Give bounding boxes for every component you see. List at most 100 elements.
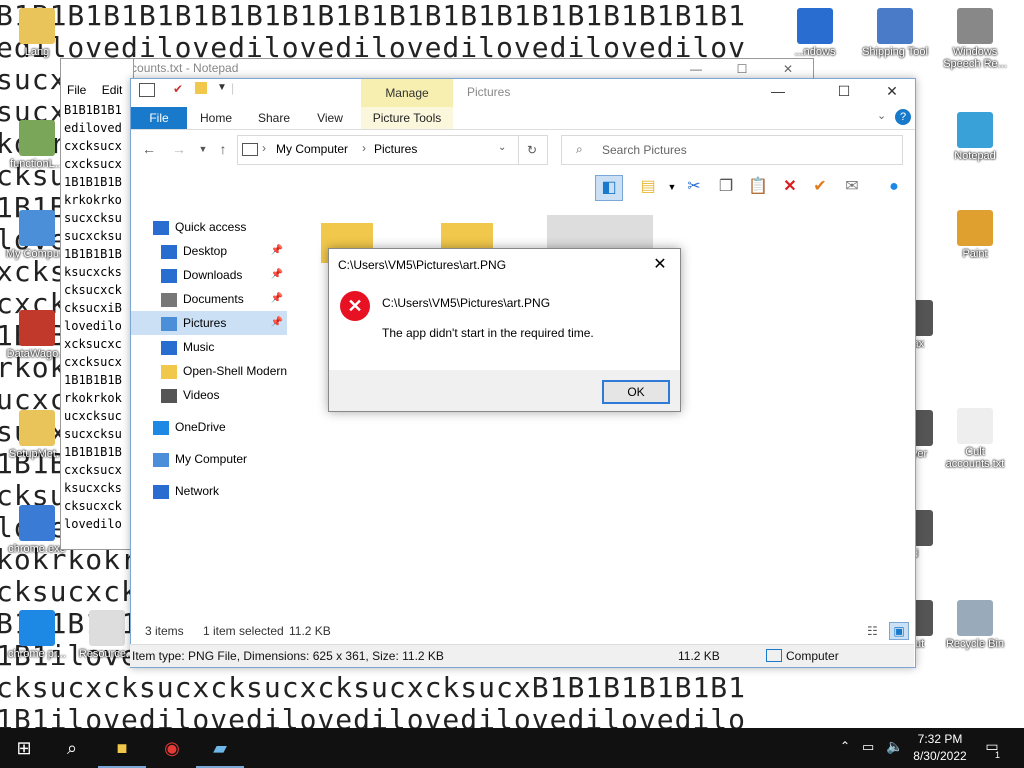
chevron-down-icon[interactable]: ⌄: [498, 142, 506, 153]
volume-icon[interactable]: 🔈: [886, 738, 903, 755]
nav-item[interactable]: Downloads 📌: [131, 263, 287, 287]
menu-edit[interactable]: Edit: [102, 83, 123, 97]
minimize-icon[interactable]: —: [755, 79, 801, 103]
notepad-text-line: rkokrkok: [64, 391, 122, 405]
desktop-icon[interactable]: Recycle Bin: [940, 600, 1010, 650]
desktop-icon[interactable]: Cult accounts.txt: [940, 408, 1010, 470]
download-icon: [161, 268, 177, 283]
nav-item-label: Downloads: [183, 268, 243, 282]
refresh-icon[interactable]: ↻: [517, 135, 548, 165]
tab-manage[interactable]: Manage: [361, 79, 453, 107]
network-icon[interactable]: ▭: [862, 739, 874, 755]
desktop-icon-label: Recycle Bin: [945, 638, 1005, 650]
dialog-title: C:\Users\VM5\Pictures\art.PNG: [338, 258, 507, 272]
preview-pane-icon[interactable]: ◧: [595, 175, 623, 201]
wallpaper-text-line: 1B1ilovedilovedilovedilovedilovedilovedi…: [0, 703, 747, 729]
notepad-titlebar[interactable]: *Cult accounts.txt - Notepad — ☐ ✕: [60, 58, 814, 79]
nav-item[interactable]: Desktop 📌: [131, 239, 287, 263]
address-row: ← → ▼ ↑ › My Computer › Pictures ⌄ ↻ ⌕ S…: [131, 133, 915, 167]
documents-icon: [161, 292, 177, 307]
menu-file[interactable]: File: [67, 83, 86, 97]
tab-view[interactable]: View: [307, 107, 353, 129]
globe-icon[interactable]: ●: [881, 175, 907, 199]
nav-item[interactable]: Videos: [131, 383, 287, 407]
nav-item-label: Music: [183, 340, 215, 354]
chevron-down-icon[interactable]: ▼: [217, 82, 227, 93]
windows-start-icon[interactable]: ⊞: [0, 728, 48, 768]
expand-ribbon-icon[interactable]: ⌄: [877, 109, 886, 122]
email-icon[interactable]: ✉: [839, 175, 865, 199]
computer-icon: [153, 452, 169, 467]
nav-item[interactable]: My Computer: [131, 447, 287, 471]
desktop-icon[interactable]: Paint: [940, 210, 1010, 260]
properties-icon[interactable]: ✔: [173, 82, 183, 96]
desktop-icon[interactable]: Notepad: [940, 112, 1010, 162]
notepad-text-area[interactable]: B1B1B1B1 ediloved cxcksucx cxcksucx 1B1B1B1B…: [61, 101, 133, 533]
nav-item[interactable]: Open-Shell Modern: [131, 359, 287, 383]
search-box[interactable]: ⌕ Search Pictures: [561, 135, 903, 165]
help-icon[interactable]: ?: [895, 109, 911, 125]
delete-icon[interactable]: ✕: [777, 175, 803, 199]
desktop-icon[interactable]: ...ndows: [780, 8, 850, 58]
back-arrow-icon[interactable]: ←: [139, 141, 159, 157]
nav-item[interactable]: Documents 📌: [131, 287, 287, 311]
copy-icon[interactable]: ❐: [713, 175, 739, 199]
desktop-icon[interactable]: Lang: [2, 8, 72, 58]
clock[interactable]: 7:32 PM 8/30/2022: [906, 731, 974, 765]
notepad-text-line: cksucxiB: [64, 301, 122, 315]
forward-arrow-icon[interactable]: →: [169, 141, 189, 157]
address-bar[interactable]: › My Computer › Pictures ⌄: [237, 135, 519, 165]
chevron-up-icon[interactable]: ⌃: [840, 739, 850, 753]
desktop-icon[interactable]: Shipping Tool: [860, 8, 930, 58]
tab-home[interactable]: Home: [193, 107, 239, 129]
shortcut-icon: [19, 410, 55, 446]
tab-file[interactable]: File: [131, 107, 187, 129]
nav-item[interactable]: OneDrive: [131, 415, 287, 439]
ok-button[interactable]: OK: [602, 380, 670, 404]
details-view-icon[interactable]: ☷: [867, 619, 878, 643]
close-icon[interactable]: ✕: [869, 79, 915, 103]
notepad-text-line: cxcksucx: [64, 463, 122, 477]
clock-date: 8/30/2022: [913, 749, 967, 763]
close-icon[interactable]: ✕: [765, 59, 811, 79]
notepad-text-line: cksucxck: [64, 499, 122, 513]
search-icon[interactable]: ⌕: [48, 728, 96, 768]
rename-icon[interactable]: ✔: [807, 175, 833, 199]
network-icon: [153, 484, 169, 499]
nav-item[interactable]: Quick access: [131, 215, 287, 239]
desktop-icon[interactable]: Windows Speech Re...: [940, 8, 1010, 70]
new-folder-icon[interactable]: [195, 82, 207, 94]
paste-icon[interactable]: 📋: [745, 175, 771, 199]
up-arrow-icon[interactable]: ↑: [213, 141, 233, 157]
notepad-text-line: cxcksucx: [64, 139, 122, 153]
pin-icon: 📌: [270, 245, 283, 256]
desktop-icon[interactable]: chrome pr...: [2, 610, 72, 660]
minimize-icon[interactable]: —: [673, 59, 719, 79]
dialog-path: C:\Users\VM5\Pictures\art.PNG: [382, 296, 551, 310]
notepad-text-line: cxcksucx: [64, 355, 122, 369]
tab-share[interactable]: Share: [251, 107, 297, 129]
selection-size: 11.2 KB: [289, 624, 331, 638]
file-explorer-icon[interactable]: ■: [98, 728, 146, 768]
maximize-icon[interactable]: ☐: [821, 79, 867, 103]
cut-icon[interactable]: ✂: [681, 175, 707, 199]
item-details: Item type: PNG File, Dimensions: 625 x 3…: [132, 649, 444, 663]
breadcrumb-pictures[interactable]: Pictures: [374, 142, 417, 156]
tab-picture-tools[interactable]: Picture Tools: [361, 107, 453, 129]
search-icon: ⌕: [576, 142, 583, 156]
nav-item[interactable]: Network: [131, 479, 287, 503]
close-icon[interactable]: ✕: [648, 253, 672, 277]
properties-icon[interactable]: ▤: [635, 175, 661, 199]
taskbar: ⊞ ⌕ ■ ◉ ▰ ⌃ ▭ 🔈 7:32 PM 8/30/2022 ▭ 1: [0, 728, 1024, 768]
chrome-icon[interactable]: ◉: [148, 728, 196, 768]
notepad-window: . File Edit B1B1B1B1edilovedcxcksucxcxck…: [60, 58, 134, 550]
large-icons-view-icon[interactable]: ▣: [889, 622, 909, 640]
nav-item[interactable]: Music: [131, 335, 287, 359]
notepad-icon[interactable]: ▰: [196, 728, 244, 768]
breadcrumb-my-computer[interactable]: My Computer: [276, 142, 348, 156]
error-dialog: C:\Users\VM5\Pictures\art.PNG ✕ ✕ C:\Use…: [328, 248, 681, 412]
nav-item[interactable]: Pictures 📌: [131, 311, 287, 335]
maximize-icon[interactable]: ☐: [719, 59, 765, 79]
notepad-text-line: sucxcksu: [64, 211, 122, 225]
recent-locations-icon[interactable]: ▼: [193, 144, 213, 154]
